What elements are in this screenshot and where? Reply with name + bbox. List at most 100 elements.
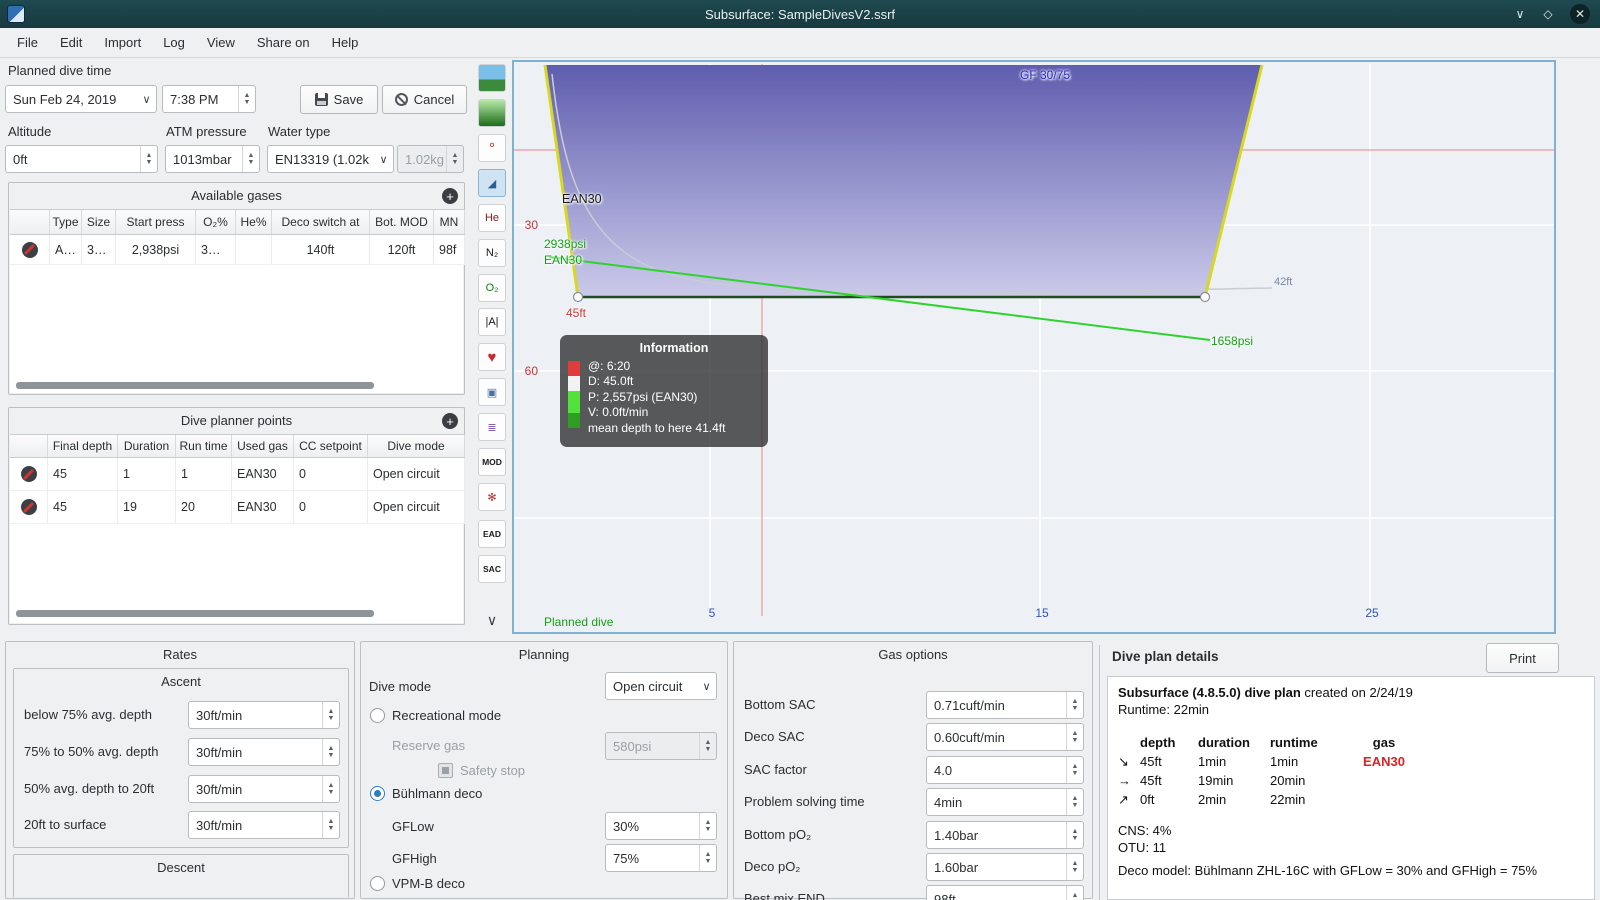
cell-setpoint[interactable]: 0 [294, 458, 368, 491]
cell-depth[interactable]: 45 [48, 491, 118, 524]
menu-view[interactable]: View [196, 31, 246, 54]
spin-buttons[interactable] [322, 776, 339, 802]
cell-setpoint[interactable]: 0 [294, 491, 368, 524]
header-size[interactable]: Size [82, 210, 116, 234]
spin-buttons[interactable] [1066, 886, 1083, 900]
header-final-depth[interactable]: Final depth [48, 435, 118, 457]
deco-sac-spinner[interactable]: 0.60cuft/min [926, 723, 1084, 751]
ead-icon[interactable]: EAD [478, 520, 506, 548]
menu-help[interactable]: Help [321, 31, 370, 54]
maximize-icon[interactable]: ◇ [1538, 4, 1558, 24]
header-he[interactable]: He% [236, 210, 272, 234]
sac-icon[interactable]: SAC [478, 555, 506, 583]
header-bot-mod[interactable]: Bot. MOD [370, 210, 434, 234]
cell-gas[interactable]: EAN30 [232, 491, 294, 524]
spin-buttons[interactable] [322, 702, 339, 728]
o2-graph-icon[interactable]: O₂ [478, 274, 506, 302]
header-used-gas[interactable]: Used gas [232, 435, 294, 457]
cell-gas[interactable]: EAN30 [232, 458, 294, 491]
bottom-po2-spinner[interactable]: 1.40bar [926, 821, 1084, 849]
cancel-button[interactable]: Cancel [382, 85, 467, 114]
header-duration[interactable]: Duration [118, 435, 176, 457]
time-spinner[interactable]: 7:38 PM [162, 85, 256, 113]
best-mix-end-spinner[interactable]: 98ft [926, 885, 1084, 900]
minimize-icon[interactable]: ∨ [1510, 4, 1530, 24]
spin-buttons[interactable] [1066, 822, 1083, 848]
spin-buttons[interactable] [1066, 757, 1083, 783]
add-point-icon[interactable] [442, 413, 458, 429]
tank-pressure-icon[interactable]: ◢ [478, 169, 506, 197]
temperature-icon[interactable]: ° [478, 134, 506, 162]
gflow-spinner[interactable]: 30% [605, 812, 717, 840]
cell-duration[interactable]: 1 [118, 458, 176, 491]
header-deco-switch[interactable]: Deco switch at [272, 210, 370, 234]
collapse-chevron-icon[interactable]: ∨ [478, 606, 506, 634]
cell-mode[interactable]: Open circuit [368, 458, 465, 491]
ascent-rate-spinner-1[interactable]: 30ft/min [188, 701, 340, 729]
water-type-combo[interactable]: EN13319 (1.02k [267, 145, 394, 173]
spin-buttons[interactable] [1066, 692, 1083, 718]
menu-file[interactable]: File [6, 31, 49, 54]
menu-log[interactable]: Log [152, 31, 196, 54]
bottom-sac-spinner[interactable]: 0.71cuft/min [926, 691, 1084, 719]
cell-mode[interactable]: Open circuit [368, 491, 465, 524]
ascent-rate-spinner-3[interactable]: 30ft/min [188, 775, 340, 803]
point-row[interactable]: 45 1 1 EAN30 0 Open circuit [10, 458, 465, 491]
atm-pressure-spinner[interactable]: 1013mbar [165, 145, 260, 173]
spin-buttons[interactable] [238, 86, 255, 112]
chevron-down-icon[interactable] [137, 86, 156, 112]
chevron-down-icon[interactable] [374, 146, 393, 172]
date-combo[interactable]: Sun Feb 24, 2019 [5, 85, 157, 113]
cell-delete[interactable] [10, 458, 48, 491]
tissues-icon[interactable]: ≣ [478, 413, 506, 441]
cell-start-press[interactable]: 2,938psi [116, 235, 196, 265]
cell-delete[interactable] [10, 235, 50, 265]
gfhigh-spinner[interactable]: 75% [605, 844, 717, 872]
save-button[interactable]: Save [300, 85, 378, 114]
close-icon[interactable]: ✕ [1570, 4, 1590, 24]
vpmb-radio[interactable] [370, 876, 385, 891]
cell-runtime[interactable]: 20 [176, 491, 232, 524]
he-graph-icon[interactable]: He [478, 204, 506, 232]
ascent-rate-spinner-2[interactable]: 30ft/min [188, 738, 340, 766]
dive-mode-combo[interactable]: Open circuit [605, 672, 717, 700]
delete-gas-icon[interactable] [21, 241, 38, 258]
points-horizontal-scrollbar[interactable] [16, 610, 374, 617]
calculated-ceiling-icon[interactable] [478, 99, 506, 127]
header-o2[interactable]: O₂% [196, 210, 236, 234]
menu-edit[interactable]: Edit [49, 31, 93, 54]
deco-po2-spinner[interactable]: 1.60bar [926, 853, 1084, 881]
cell-duration[interactable]: 19 [118, 491, 176, 524]
cell-o2[interactable]: 3… [196, 235, 236, 265]
heart-rate-icon[interactable]: ♥ [478, 343, 506, 371]
header-mnd[interactable]: MN [434, 210, 465, 234]
altitude-spinner[interactable]: 0ft [5, 145, 158, 173]
spin-buttons[interactable] [699, 845, 716, 871]
header-run-time[interactable]: Run time [176, 435, 232, 457]
spin-buttons[interactable] [140, 146, 157, 172]
point-row[interactable]: 45 19 20 EAN30 0 Open circuit [10, 491, 465, 524]
spin-buttons[interactable] [1066, 724, 1083, 750]
air-icon[interactable]: |A| [478, 308, 506, 336]
cell-size[interactable]: 3… [82, 235, 116, 265]
spin-buttons[interactable] [1066, 789, 1083, 815]
cell-type[interactable]: A… [50, 235, 82, 265]
header-start-press[interactable]: Start press [116, 210, 196, 234]
ascent-rate-spinner-4[interactable]: 30ft/min [188, 811, 340, 839]
header-cc-setpoint[interactable]: CC setpoint [294, 435, 368, 457]
header-dive-mode[interactable]: Dive mode [368, 435, 465, 457]
buhlmann-radio[interactable] [370, 786, 385, 801]
spin-buttons[interactable] [322, 812, 339, 838]
delete-point-icon[interactable] [20, 499, 37, 515]
gas-row[interactable]: A… 3… 2,938psi 3… 140ft 120ft 98f [10, 235, 465, 265]
cell-mnd[interactable]: 98f [434, 235, 465, 265]
menu-share-on[interactable]: Share on [246, 31, 321, 54]
cell-bot-mod[interactable]: 120ft [370, 235, 434, 265]
header-type[interactable]: Type [50, 210, 82, 234]
problem-time-spinner[interactable]: 4min [926, 788, 1084, 816]
cell-deco-switch[interactable]: 140ft [272, 235, 370, 265]
recreational-radio[interactable] [370, 708, 385, 723]
ndl-icon[interactable]: ✻ [478, 483, 506, 511]
cell-he[interactable] [236, 235, 272, 265]
spin-buttons[interactable] [242, 146, 259, 172]
